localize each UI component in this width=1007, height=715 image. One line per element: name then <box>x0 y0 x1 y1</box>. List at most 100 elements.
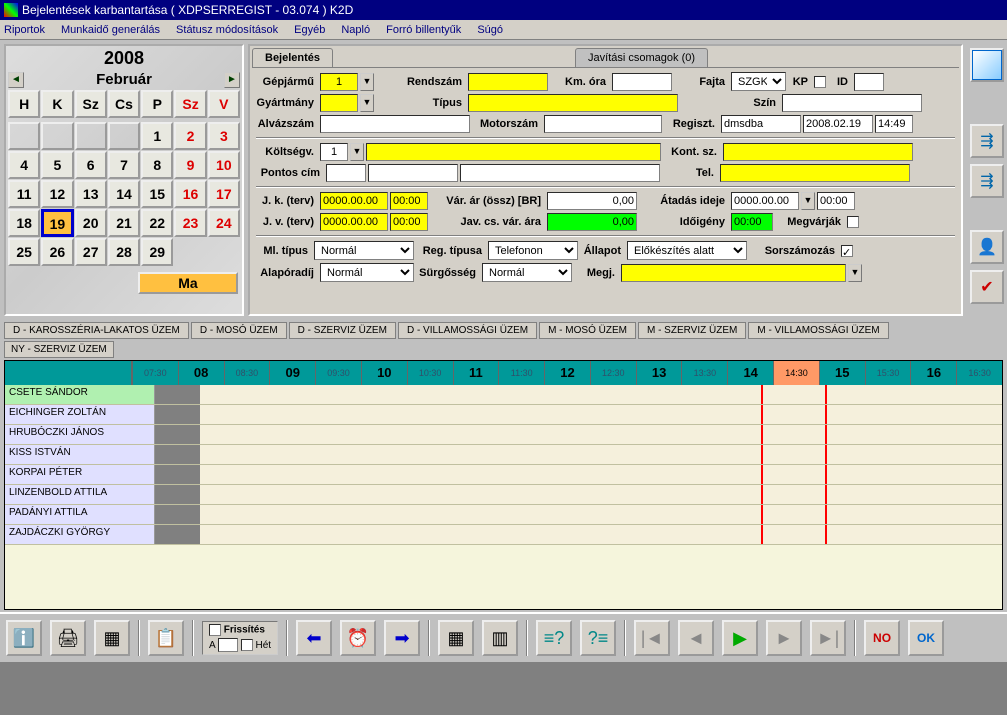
last-button[interactable]: ►| <box>810 620 846 656</box>
schedule-grid[interactable]: 07:300808:300909:301010:301111:301212:30… <box>4 360 1003 610</box>
mltipus-select[interactable]: Normál <box>314 241 414 260</box>
back-button[interactable]: ◄ <box>678 620 714 656</box>
schedule-row[interactable]: EICHINGER ZOLTÁN <box>5 405 1002 425</box>
calendar-day-2[interactable]: 2 <box>174 122 206 150</box>
koltsegv-dd[interactable]: ▼ <box>350 143 364 161</box>
table2-button[interactable]: ▥ <box>482 620 518 656</box>
koltsegv-field[interactable] <box>320 143 348 161</box>
tipus-field[interactable] <box>468 94 678 112</box>
calendar-day-3[interactable]: 3 <box>208 122 240 150</box>
fajta-select[interactable]: SZGK <box>731 72 786 91</box>
surgosseg-select[interactable]: Normál <box>482 263 572 282</box>
schedule-row[interactable]: CSETE SÁNDOR <box>5 385 1002 405</box>
prev-month-button[interactable]: ◄ <box>8 72 24 88</box>
calendar-day-7[interactable]: 7 <box>108 151 140 179</box>
notes-button[interactable]: 📋 <box>148 620 184 656</box>
pontoscim-3[interactable] <box>460 164 660 182</box>
menu-statusz[interactable]: Státusz módosítások <box>176 24 278 36</box>
tab-bejelentes[interactable]: Bejelentés <box>252 48 333 67</box>
confirm-button[interactable]: ✔ <box>970 270 1004 304</box>
schedule-row[interactable]: KISS ISTVÁN <box>5 445 1002 465</box>
gepjarmu-field[interactable] <box>320 73 358 91</box>
calendar-day-11[interactable]: 11 <box>8 180 40 208</box>
plant-tab[interactable]: M - MOSÓ ÜZEM <box>539 322 636 339</box>
calendar-day-22[interactable]: 22 <box>141 209 173 237</box>
menu-naplo[interactable]: Napló <box>341 24 370 36</box>
kontsz-field[interactable] <box>723 143 913 161</box>
allapot-select[interactable]: Előkészítés alatt <box>627 241 747 260</box>
fwd-button[interactable]: ► <box>766 620 802 656</box>
plant-tab[interactable]: D - MOSÓ ÜZEM <box>191 322 287 339</box>
plant-tab[interactable]: M - SZERVIZ ÜZEM <box>638 322 746 339</box>
tab-javitasi-csomagok[interactable]: Javítási csomagok (0) <box>575 48 708 67</box>
calendar-day-29[interactable]: 29 <box>141 238 173 266</box>
plant-tab[interactable]: D - KAROSSZÉRIA-LAKATOS ÜZEM <box>4 322 189 339</box>
selected-plant-tab[interactable]: NY - SZERVIZ ÜZEM <box>4 341 114 358</box>
megj-dd[interactable]: ▼ <box>848 264 862 282</box>
calendar-day-27[interactable]: 27 <box>75 238 107 266</box>
calendar-day-28[interactable]: 28 <box>108 238 140 266</box>
ok-button[interactable]: OK <box>908 620 944 656</box>
next-button[interactable]: ➡ <box>384 620 420 656</box>
calendar-day-12[interactable]: 12 <box>41 180 73 208</box>
kmora-field[interactable] <box>612 73 672 91</box>
menu-riportok[interactable]: Riportok <box>4 24 45 36</box>
calendar-day-25[interactable]: 25 <box>8 238 40 266</box>
list2-button[interactable]: ?≡ <box>580 620 616 656</box>
calendar-day-10[interactable]: 10 <box>208 151 240 179</box>
schedule-row[interactable]: HRUBÓCZKI JÁNOS <box>5 425 1002 445</box>
edit-button[interactable] <box>970 48 1004 82</box>
sorszamozas-checkbox[interactable]: ✓ <box>841 245 853 257</box>
regtipusa-select[interactable]: Telefonon <box>488 241 578 260</box>
calendar-day-19[interactable]: 19 <box>41 209 73 237</box>
rendszam-field[interactable] <box>468 73 548 91</box>
today-button[interactable]: Ma <box>138 272 238 294</box>
kp-checkbox[interactable] <box>814 76 826 88</box>
gyartmany-dd[interactable]: ▼ <box>360 94 374 112</box>
schedule-row[interactable]: PADÁNYI ATTILA <box>5 505 1002 525</box>
calendar-day-13[interactable]: 13 <box>75 180 107 208</box>
menu-forro[interactable]: Forró billentyűk <box>386 24 461 36</box>
grid-button[interactable]: ▦ <box>94 620 130 656</box>
calendar-day-4[interactable]: 4 <box>8 151 40 179</box>
calendar-day-23[interactable]: 23 <box>174 209 206 237</box>
list1-button[interactable]: ≡? <box>536 620 572 656</box>
gepjarmu-dd[interactable]: ▼ <box>360 73 374 91</box>
plant-tab[interactable]: D - SZERVIZ ÜZEM <box>289 322 396 339</box>
next-month-button[interactable]: ► <box>224 72 240 88</box>
first-button[interactable]: |◄ <box>634 620 670 656</box>
calendar-day-1[interactable]: 1 <box>141 122 173 150</box>
calendar-day-15[interactable]: 15 <box>141 180 173 208</box>
calendar-day-21[interactable]: 21 <box>108 209 140 237</box>
calendar-day-17[interactable]: 17 <box>208 180 240 208</box>
schedule-row[interactable]: LINZENBOLD ATTILA <box>5 485 1002 505</box>
megj-field[interactable] <box>621 264 846 282</box>
play-button[interactable]: ▶ <box>722 620 758 656</box>
megvarjak-checkbox[interactable] <box>847 216 859 228</box>
koltsegv-name[interactable] <box>366 143 661 161</box>
menu-munkaido[interactable]: Munkaidő generálás <box>61 24 160 36</box>
vararossz-field[interactable] <box>547 192 637 210</box>
atadas-dd[interactable]: ▼ <box>801 192 815 210</box>
user-button[interactable]: 👤 <box>970 230 1004 264</box>
motorszam-field[interactable] <box>544 115 662 133</box>
calendar-day-24[interactable]: 24 <box>208 209 240 237</box>
a-checkbox[interactable] <box>241 639 253 651</box>
pontoscim-2[interactable] <box>368 164 458 182</box>
info-button[interactable]: ℹ️ <box>6 620 42 656</box>
calendar-day-26[interactable]: 26 <box>41 238 73 266</box>
gyartmany-field[interactable] <box>320 94 358 112</box>
clock-button[interactable]: ⏰ <box>340 620 376 656</box>
calendar-day-18[interactable]: 18 <box>8 209 40 237</box>
alaporadij-select[interactable]: Normál <box>320 263 414 282</box>
sort-asc-button[interactable]: ⇶ <box>970 124 1004 158</box>
calendar-day-5[interactable]: 5 <box>41 151 73 179</box>
frissites-checkbox[interactable] <box>209 624 221 636</box>
id-field[interactable] <box>854 73 884 91</box>
calendar-day-9[interactable]: 9 <box>174 151 206 179</box>
jkterv-date[interactable] <box>320 192 388 210</box>
a-field[interactable] <box>218 638 238 652</box>
menu-sugo[interactable]: Súgó <box>477 24 503 36</box>
calendar-day-8[interactable]: 8 <box>141 151 173 179</box>
schedule-row[interactable]: ZAJDÁCZKI GYÖRGY <box>5 525 1002 545</box>
